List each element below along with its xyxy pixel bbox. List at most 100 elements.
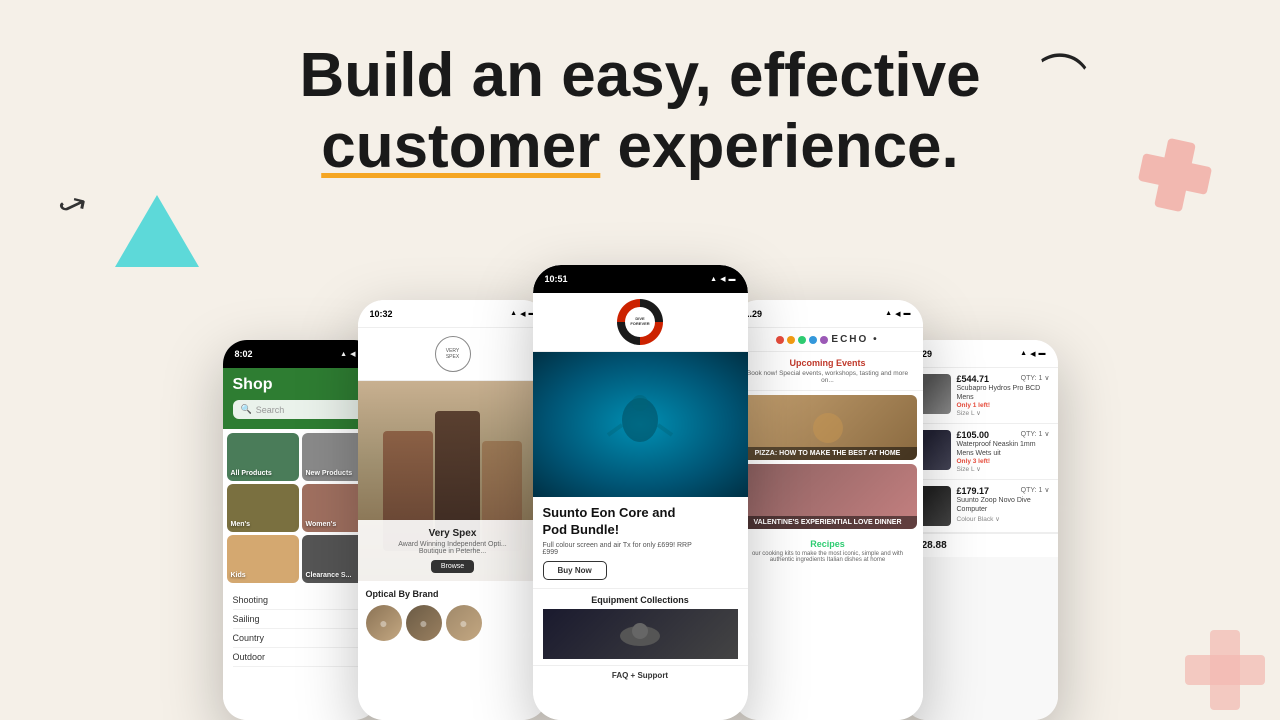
- phone-5-content: £544.71 QTY: 1 ∨ Scubapro Hydros Pro BCD…: [903, 368, 1058, 720]
- phone-1-product-grid: All Products New Products Men's Women's …: [223, 429, 378, 587]
- signal-icon: ▲: [510, 310, 517, 317]
- echo-dot-blue: [809, 336, 817, 344]
- phone-4-dinner-card[interactable]: VALENTINE'S EXPERIENTIAL LOVE DINNER: [739, 464, 917, 529]
- phone-1-notch: 8:02 ▲ ◀ ▬: [223, 340, 378, 368]
- teal-triangle-decoration: [115, 195, 199, 267]
- phone-3-hero-image: [533, 352, 748, 497]
- phone-4-content: ECHO • Upcoming Events Book now! Special…: [733, 328, 923, 720]
- grid-item-label: Women's: [306, 521, 337, 528]
- cart-item-1-size[interactable]: Size L ∨: [957, 409, 1050, 417]
- cart-item-2-info: £105.00 QTY: 1 ∨ Waterproof Neaskin 1mm …: [957, 430, 1050, 473]
- upcoming-events-subtitle: Book now! Special events, workshops, tas…: [741, 370, 915, 384]
- battery-icon: ▬: [904, 310, 911, 317]
- phone-3-buy-now-button[interactable]: Buy Now: [543, 561, 607, 580]
- cart-total: £828.88: [903, 533, 1058, 557]
- cart-item-2-price: £105.00: [957, 430, 990, 440]
- diver-image: [533, 352, 748, 497]
- cart-item-1-price: £544.71: [957, 374, 990, 384]
- logo-text: VERY SPEX: [446, 348, 460, 360]
- echo-logo: ECHO •: [743, 334, 913, 345]
- phone-5-status-icons: ▲ ◀ ▬: [1020, 350, 1045, 358]
- wifi-icon: ◀: [895, 310, 900, 318]
- cart-item-2-size[interactable]: Size L ∨: [957, 465, 1050, 473]
- equipment-collections-title: Equipment Collections: [543, 595, 738, 605]
- echo-dot-green: [798, 336, 806, 344]
- phone-5-notch: ...29 ▲ ◀ ▬: [903, 340, 1058, 368]
- search-icon: 🔍: [241, 404, 252, 415]
- phone-5-frame: ...29 ▲ ◀ ▬ £544.71 QTY: 1 ∨ Scubapro Hy…: [903, 340, 1058, 720]
- cart-item-3-colour[interactable]: Colour Black ∨: [957, 515, 1050, 523]
- cart-item-1-stock-alert: Only 1 left!: [957, 402, 1050, 409]
- menu-item-shooting[interactable]: Shooting: [233, 591, 368, 610]
- phone-2-hero-title: Very Spex: [366, 528, 540, 539]
- menu-item-sailing[interactable]: Sailing: [233, 610, 368, 629]
- phone-4-status-icons: ▲ ◀ ▬: [885, 310, 910, 318]
- brand-avatar-2: [406, 605, 442, 641]
- cart-item-2-stock-alert: Only 3 left!: [957, 458, 1050, 465]
- phone-2-status-icons: ▲ ◀ ▬: [510, 310, 535, 318]
- phone-2-browse-button[interactable]: Browse: [431, 560, 474, 573]
- signal-icon: ▲: [340, 351, 347, 358]
- cart-item-3-name: Suunto Zoop Novo Dive Computer: [957, 496, 1050, 514]
- phone-1-menu: Shooting Sailing Country Outdoor: [223, 587, 378, 671]
- wifi-icon: ◀: [520, 310, 525, 318]
- grid-item-label: All Products: [231, 470, 272, 477]
- phone-2-optical-section: Optical By Brand: [358, 581, 548, 649]
- phone-2-hero-sub: Award Winning Independent Opti...Boutiqu…: [366, 541, 540, 555]
- phone-3-content: 10:51 ▲ ◀ ▬ DIVEFOREVER: [533, 265, 748, 720]
- wifi-icon: ◀: [720, 275, 725, 283]
- optical-brand-avatars: [366, 605, 540, 641]
- battery-icon: ▬: [729, 276, 736, 283]
- phone-3-status-icons: ▲ ◀ ▬: [710, 275, 735, 283]
- phone-3-product-subtitle: Full colour screen and air Tx for only £…: [543, 542, 738, 556]
- grid-item-label: Men's: [231, 521, 251, 528]
- phone-4-pizza-card[interactable]: PIZZA: HOW TO MAKE THE BEST AT HOME: [739, 395, 917, 460]
- very-spex-logo: VERY SPEX: [435, 336, 471, 372]
- menu-item-outdoor[interactable]: Outdoor: [233, 648, 368, 667]
- phone-1-search[interactable]: 🔍 Search: [233, 400, 368, 419]
- grid-item-mens[interactable]: Men's: [227, 484, 299, 532]
- phone-2-frame: 10:32 ▲ ◀ ▬ VERY SPEX: [358, 300, 548, 720]
- phone-1-content: Shop 🔍 Search All Products New Products …: [223, 368, 378, 720]
- heading-line2: customer experience.: [0, 111, 1280, 182]
- phone-2-hero-overlay: Very Spex Award Winning Independent Opti…: [358, 520, 548, 581]
- heading-line1: Build an easy, effective: [0, 40, 1280, 111]
- wifi-icon: ◀: [1030, 350, 1035, 358]
- phone-4-events-section: Upcoming Events Book now! Special events…: [733, 352, 923, 391]
- phone-2-content: VERY SPEX Very Spex Award Winning Indepe…: [358, 328, 548, 720]
- grid-item-all-products[interactable]: All Products: [227, 433, 299, 481]
- phone-3-faq-button[interactable]: FAQ + Support: [533, 665, 748, 685]
- arrow-decoration: ↩: [55, 181, 95, 227]
- grid-item-label: Kids: [231, 572, 246, 579]
- phone-1-frame: 8:02 ▲ ◀ ▬ Shop 🔍 Search All Products: [223, 340, 378, 720]
- signal-icon: ▲: [710, 276, 717, 283]
- brand-avatar-3: [446, 605, 482, 641]
- cart-item-3-info: £179.17 QTY: 1 ∨ Suunto Zoop Novo Dive C…: [957, 486, 1050, 522]
- battery-icon: ▬: [1039, 350, 1046, 357]
- phone-2-logo-bar: VERY SPEX: [358, 328, 548, 381]
- shop-title: Shop: [233, 376, 368, 394]
- cart-item-2: £105.00 QTY: 1 ∨ Waterproof Neaskin 1mm …: [903, 424, 1058, 480]
- phone-3-equipment-section: Equipment Collections: [533, 588, 748, 665]
- phone-4-frame: ...29 ▲ ◀ ▬ ECHO • Upcoming Events: [733, 300, 923, 720]
- dive-forever-logo: DIVEFOREVER: [617, 299, 663, 345]
- equipment-image: [543, 609, 738, 659]
- cart-item-3-qty: QTY: 1 ∨: [1021, 486, 1050, 496]
- signal-icon: ▲: [1020, 350, 1027, 357]
- search-placeholder: Search: [256, 405, 285, 415]
- phone-3-hero-content: Suunto Eon Core andPod Bundle! Full colo…: [533, 497, 748, 588]
- grid-item-kids[interactable]: Kids: [227, 535, 299, 583]
- phone-1-header: Shop 🔍 Search: [223, 368, 378, 429]
- cart-item-1-qty: QTY: 1 ∨: [1021, 374, 1050, 384]
- menu-item-country[interactable]: Country: [233, 629, 368, 648]
- cart-item-2-name: Waterproof Neaskin 1mm Mens Wets uit: [957, 440, 1050, 458]
- cart-item-1-info: £544.71 QTY: 1 ∨ Scubapro Hydros Pro BCD…: [957, 374, 1050, 417]
- dive-logo-inner-text: DIVEFOREVER: [625, 307, 655, 337]
- wifi-icon: ◀: [350, 350, 355, 358]
- phone-3-logo-bar: DIVEFOREVER: [533, 293, 748, 352]
- phone-2-notch: 10:32 ▲ ◀ ▬: [358, 300, 548, 328]
- phone-2-hero: Very Spex Award Winning Independent Opti…: [358, 381, 548, 581]
- recipes-subtitle: our cooking kits to make the most iconic…: [741, 551, 915, 563]
- cart-item-3: £179.17 QTY: 1 ∨ Suunto Zoop Novo Dive C…: [903, 480, 1058, 533]
- grid-item-label: New Products: [306, 470, 353, 477]
